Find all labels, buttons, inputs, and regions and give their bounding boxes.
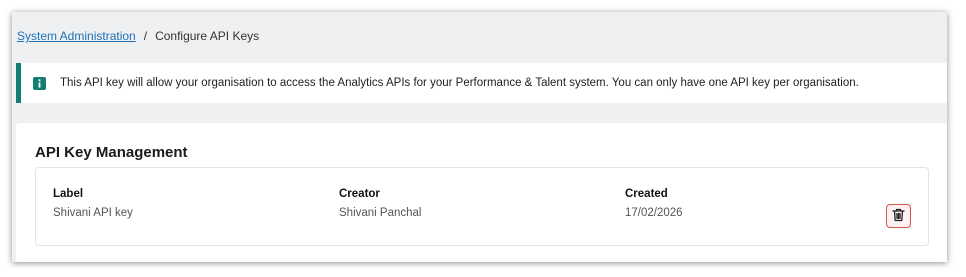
breadcrumb-separator: / (143, 29, 148, 43)
api-key-row: Label Shivani API key Creator Shivani Pa… (35, 167, 929, 246)
created-column: Created 17/02/2026 (625, 188, 683, 219)
api-key-management-card: API Key Management Label Shivani API key… (16, 123, 947, 262)
breadcrumb-current: Configure API Keys (155, 29, 260, 43)
creator-header: Creator (339, 188, 380, 200)
breadcrumb: System Administration / Configure API Ke… (17, 29, 259, 43)
info-icon (33, 76, 46, 90)
label-header: Label (53, 188, 84, 200)
created-value: 17/02/2026 (625, 207, 683, 219)
info-banner-text: This API key will allow your organisatio… (60, 77, 859, 89)
card-title: API Key Management (35, 144, 188, 161)
breadcrumb-link-system-administration[interactable]: System Administration (17, 29, 136, 43)
creator-value: Shivani Panchal (339, 207, 422, 219)
label-column: Label Shivani API key (53, 188, 133, 219)
creator-column: Creator Shivani Panchal (339, 188, 421, 219)
trash-icon (892, 208, 905, 225)
info-banner: This API key will allow your organisatio… (16, 63, 947, 103)
created-header: Created (625, 188, 668, 200)
app-frame: System Administration / Configure API Ke… (12, 12, 947, 262)
delete-api-key-button[interactable] (886, 204, 911, 228)
label-value: Shivani API key (53, 207, 133, 219)
